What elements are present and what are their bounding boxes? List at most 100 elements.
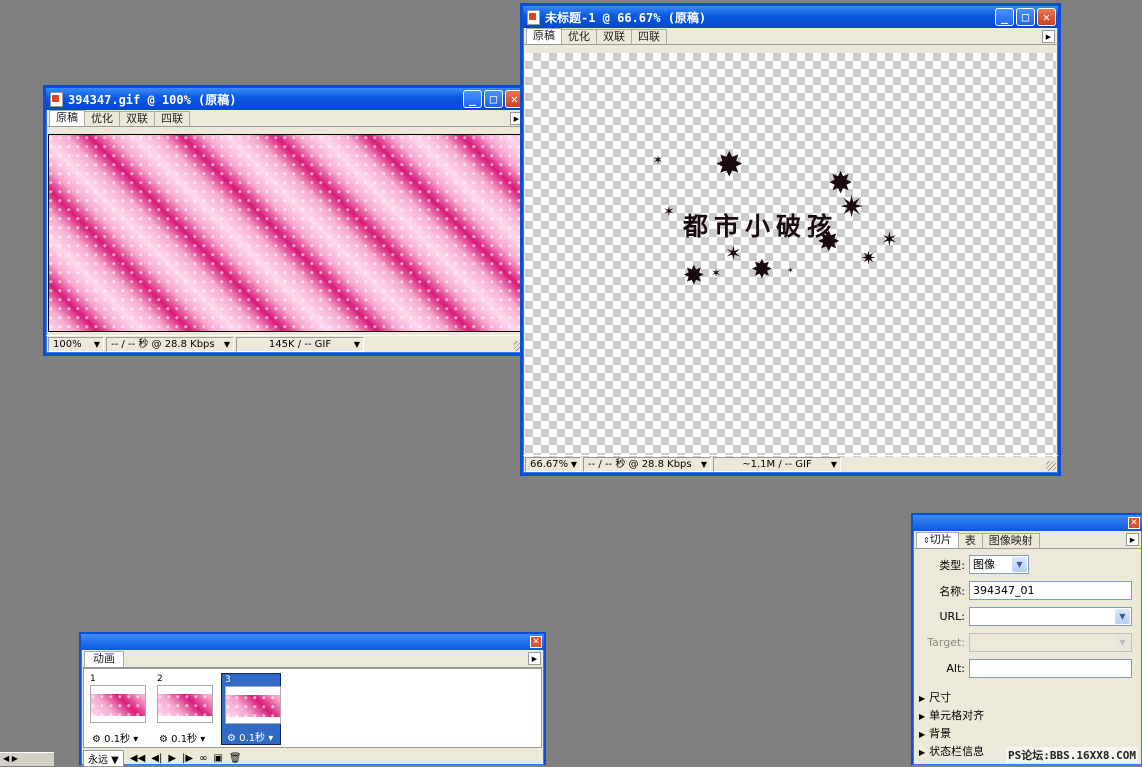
panel-menu-arrow-icon[interactable]: ▶ xyxy=(528,652,541,665)
tab-4up[interactable]: 四联 xyxy=(631,29,667,44)
tween-icon[interactable]: ∞ xyxy=(199,753,207,764)
slice-panel[interactable]: ✕ ⇕切片 表 图像映射 ▶ 类型: 图像 ▼ 名称: 394347_01 UR… xyxy=(911,513,1142,765)
gif-window-titlebar[interactable]: 394347.gif @ 100% (原稿) _ □ ✕ xyxy=(46,88,526,110)
close-icon: ✕ xyxy=(510,92,519,106)
document-icon xyxy=(50,91,63,107)
zoom-value: 100% xyxy=(53,339,82,350)
frame-delay-value: 0.1秒 xyxy=(239,733,266,744)
tab-slice[interactable]: ⇕切片 xyxy=(916,532,959,548)
animation-frame-1[interactable]: 1 ⚙ 0.1秒 ▾ xyxy=(87,673,147,745)
slice-alt-label: Alt: xyxy=(946,662,965,675)
maple-leaf-icon: ✸ xyxy=(683,261,705,291)
slice-target-combobox[interactable]: ▼ xyxy=(969,633,1132,652)
download-time-select[interactable]: -- / -- 秒 @ 28.8 Kbps ▼ xyxy=(583,457,711,472)
slice-type-row: 类型: 图像 ▼ xyxy=(913,555,1029,574)
tab-table[interactable]: 表 xyxy=(957,533,983,548)
chevron-down-icon: ▼ xyxy=(93,340,100,349)
maximize-button[interactable]: □ xyxy=(484,90,503,108)
panel-menu-arrow-icon[interactable]: ▶ xyxy=(1126,533,1139,546)
close-icon[interactable]: ✕ xyxy=(530,636,542,648)
chevron-down-icon: ▼ xyxy=(570,460,577,469)
minimize-button[interactable]: _ xyxy=(463,90,482,108)
tab-optimized[interactable]: 优化 xyxy=(561,29,597,44)
untitled-window-title: 未标题-1 @ 66.67% (原稿) xyxy=(545,10,707,25)
maximize-button[interactable]: □ xyxy=(1016,8,1035,26)
slice-name-input[interactable]: 394347_01 xyxy=(969,581,1132,600)
slice-name-label: 名称: xyxy=(939,584,965,598)
file-size-select[interactable]: 145K / -- GIF ▼ xyxy=(236,337,364,352)
tab-optimized[interactable]: 优化 xyxy=(84,111,120,126)
untitled-canvas[interactable]: 都市小破孩 ✸ ✶ ✸ ✷ ✶ ✸ ✶ ✶ ✷ ✸ ✸ ✶ ✶ xyxy=(525,53,1056,457)
expand-arrow-icon: ▶ xyxy=(919,712,926,721)
gif-canvas[interactable] xyxy=(48,134,526,332)
section-status-bar-message[interactable]: ▶ 状态栏信息 xyxy=(919,743,984,759)
section-background[interactable]: ▶ 背景 xyxy=(919,725,951,741)
file-size-value: 145K / -- GIF xyxy=(268,339,332,350)
section-dimensions-label: 尺寸 xyxy=(929,691,952,704)
chevron-down-icon: ▼ xyxy=(1115,635,1130,650)
section-cell-alignment-label: 单元格对齐 xyxy=(929,709,985,722)
slice-type-select[interactable]: 图像 ▼ xyxy=(969,555,1029,574)
tab-menu-arrow-icon[interactable]: ▶ xyxy=(1042,30,1055,43)
minimize-icon: _ xyxy=(468,92,477,106)
section-cell-alignment[interactable]: ▶ 单元格对齐 xyxy=(919,707,984,723)
close-button[interactable]: ✕ xyxy=(1037,8,1056,26)
gif-view-tabs: 原稿 优化 双联 四联 ▶ xyxy=(46,110,526,127)
animation-frame-2[interactable]: 2 ⚙ 0.1秒 ▾ xyxy=(154,673,214,745)
delay-icon: ⚙ xyxy=(227,733,240,744)
frame-strip: 1 ⚙ 0.1秒 ▾ 2 ⚙ 0.1秒 ▾ 3 ⚙ 0.1秒 ▾ xyxy=(83,668,542,748)
maple-leaf-icon: ✶ xyxy=(881,227,898,251)
animation-panel[interactable]: ✕ 动画 ▶ 1 ⚙ 0.1秒 ▾ 2 ⚙ 0.1秒 ▾ 3 ⚙ 0.1秒 ▾ … xyxy=(79,632,546,767)
untitled-window-titlebar[interactable]: 未标题-1 @ 66.67% (原稿) _ □ ✕ xyxy=(523,6,1058,28)
tab-4up[interactable]: 四联 xyxy=(154,111,190,126)
tab-animation[interactable]: 动画 xyxy=(84,651,124,667)
untitled-status-bar: 66.67% ▼ -- / -- 秒 @ 28.8 Kbps ▼ ~1.1M / -… xyxy=(523,455,1058,473)
zoom-select[interactable]: 66.67% ▼ xyxy=(525,457,581,472)
frame-delay-select[interactable]: ⚙ 0.1秒 ▾ xyxy=(159,730,205,745)
slice-type-label: 类型: xyxy=(939,558,965,572)
play-icon[interactable]: ▶ xyxy=(168,753,176,764)
maximize-icon: □ xyxy=(489,92,498,106)
maple-leaf-icon: ✷ xyxy=(839,190,865,225)
zoom-select[interactable]: 100% ▼ xyxy=(48,337,104,352)
frame-delay-select[interactable]: ⚙ 0.1秒 ▾ xyxy=(92,730,138,745)
tab-image-map[interactable]: 图像映射 xyxy=(981,533,1040,548)
minimize-button[interactable]: _ xyxy=(995,8,1014,26)
slice-alt-input[interactable] xyxy=(969,659,1132,678)
frame-delay-value: 0.1秒 xyxy=(104,734,131,745)
slice-url-combobox[interactable]: ▼ xyxy=(969,607,1132,626)
tab-2up[interactable]: 双联 xyxy=(119,111,155,126)
tab-original[interactable]: 原稿 xyxy=(526,28,562,44)
tab-2up[interactable]: 双联 xyxy=(596,29,632,44)
new-frame-icon[interactable]: ▣ xyxy=(213,753,222,764)
previous-frame-icon[interactable]: ◀| xyxy=(151,753,162,764)
slice-alt-row: Alt: xyxy=(913,659,1132,678)
first-frame-icon[interactable]: ◀◀ xyxy=(130,753,145,764)
tab-original[interactable]: 原稿 xyxy=(49,110,85,126)
next-frame-icon[interactable]: |▶ xyxy=(182,753,193,764)
section-dimensions[interactable]: ▶ 尺寸 xyxy=(919,689,951,705)
slice-panel-titlebar[interactable]: ✕ xyxy=(913,515,1142,531)
gif-document-window[interactable]: 394347.gif @ 100% (原稿) _ □ ✕ 原稿 优化 双联 四联… xyxy=(43,85,529,356)
document-icon xyxy=(527,9,540,25)
animation-frame-3[interactable]: 3 ⚙ 0.1秒 ▾ xyxy=(221,673,281,745)
frame-delay-select[interactable]: ⚙ 0.1秒 ▾ xyxy=(227,729,273,744)
watermark-text: PS论坛:BBS.16XX8.COM xyxy=(1006,747,1138,763)
close-icon: ✕ xyxy=(1042,10,1051,24)
expand-arrow-icon: ▶ xyxy=(919,748,926,757)
delete-frame-icon[interactable]: 🗑 xyxy=(229,753,242,764)
maple-leaf-icon: ✸ xyxy=(817,225,841,258)
taskbar-arrow-icon[interactable]: ◀ ▶ xyxy=(3,754,18,763)
animation-panel-titlebar[interactable]: ✕ xyxy=(81,634,544,650)
download-time-select[interactable]: -- / -- 秒 @ 28.8 Kbps ▼ xyxy=(106,337,234,352)
untitled-document-window[interactable]: 未标题-1 @ 66.67% (原稿) _ □ ✕ 原稿 优化 双联 四联 ▶ … xyxy=(520,3,1061,476)
file-size-select[interactable]: ~1.1M / -- GIF ▼ xyxy=(713,457,841,472)
frame-thumbnail xyxy=(90,685,146,723)
tab-slice-label: 切片 xyxy=(929,533,952,546)
section-background-label: 背景 xyxy=(929,727,952,740)
loop-select[interactable]: 永远 ▼ xyxy=(83,749,124,767)
expand-arrow-icon: ▶ xyxy=(919,694,926,703)
resize-grip-icon[interactable] xyxy=(1046,461,1056,471)
gif-status-bar: 100% ▼ -- / -- 秒 @ 28.8 Kbps ▼ 145K / -- G… xyxy=(46,335,526,353)
close-icon[interactable]: ✕ xyxy=(1128,517,1140,529)
